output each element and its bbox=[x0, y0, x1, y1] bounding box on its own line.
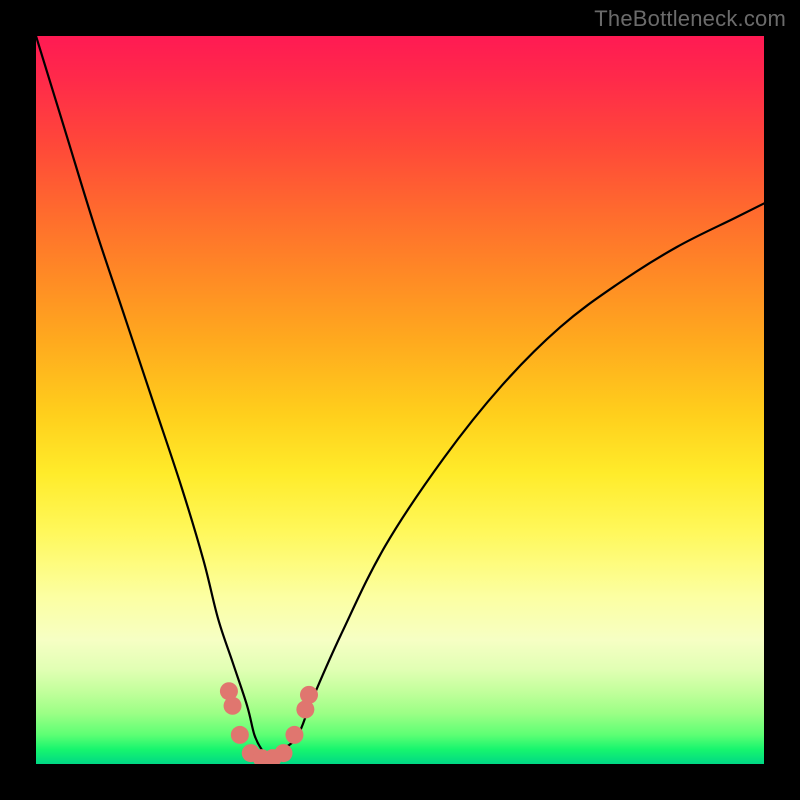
plot-area bbox=[36, 36, 764, 764]
trough-marker bbox=[231, 726, 249, 744]
trough-marker bbox=[300, 686, 318, 704]
trough-marker bbox=[224, 697, 242, 715]
curve-layer bbox=[36, 36, 764, 764]
trough-marker bbox=[285, 726, 303, 744]
trough-marker bbox=[275, 744, 293, 762]
bottleneck-curve bbox=[36, 36, 764, 758]
watermark-text: TheBottleneck.com bbox=[594, 6, 786, 32]
outer-frame: TheBottleneck.com bbox=[0, 0, 800, 800]
